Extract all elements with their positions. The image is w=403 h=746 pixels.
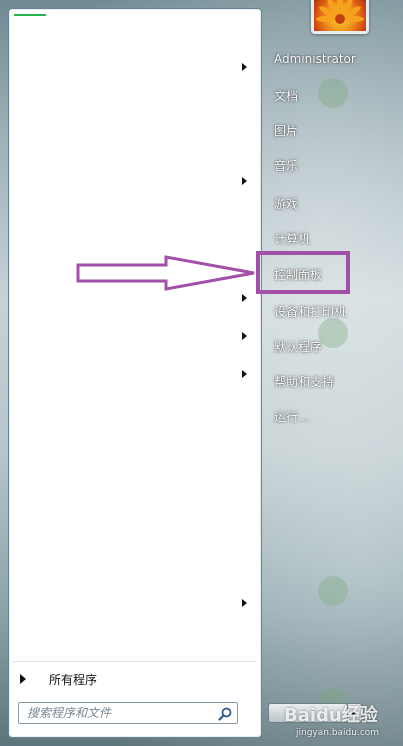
separator <box>12 661 256 662</box>
nav-item-documents[interactable]: 文档 <box>274 87 298 104</box>
search-input[interactable] <box>27 704 207 722</box>
nav-item-music[interactable]: 音乐 <box>274 157 298 174</box>
all-programs-button[interactable]: 所有程序 <box>13 667 257 691</box>
nav-item-devices-printers[interactable]: 设备和打印机 <box>274 303 346 320</box>
search-box[interactable] <box>18 702 238 724</box>
flower-avatar-icon <box>316 0 364 24</box>
background-icon <box>318 318 348 348</box>
nav-item-games[interactable]: 游戏 <box>274 195 298 212</box>
background-icon <box>318 78 348 108</box>
search-icon[interactable] <box>217 706 233 722</box>
user-avatar[interactable] <box>311 0 369 34</box>
annotation-arrow-icon <box>76 255 255 291</box>
nav-item-computer[interactable]: 计算机 <box>274 230 310 247</box>
nav-item-pictures[interactable]: 图片 <box>274 122 298 139</box>
programs-pane: 所有程序 <box>8 8 262 738</box>
nav-item-administrator[interactable]: Administrator <box>274 52 356 66</box>
watermark-url: jingyan.baidu.com <box>296 728 380 738</box>
submenu-arrow-icon[interactable] <box>242 294 247 302</box>
submenu-arrow-icon[interactable] <box>242 177 247 185</box>
expand-arrow-icon <box>20 674 26 684</box>
background-icon <box>318 576 348 606</box>
submenu-arrow-icon[interactable] <box>242 599 247 607</box>
nav-item-run[interactable]: 运行... <box>274 408 309 425</box>
submenu-arrow-icon[interactable] <box>242 370 247 378</box>
progress-indicator <box>14 14 46 16</box>
watermark-logo: Baidu经验 <box>284 705 378 726</box>
nav-item-default-programs[interactable]: 默认程序 <box>274 338 322 355</box>
all-programs-label: 所有程序 <box>49 673 98 687</box>
submenu-arrow-icon[interactable] <box>242 332 247 340</box>
submenu-arrow-icon[interactable] <box>242 63 247 71</box>
highlight-box <box>256 251 350 294</box>
nav-item-help-support[interactable]: 帮助和支持 <box>274 373 334 390</box>
